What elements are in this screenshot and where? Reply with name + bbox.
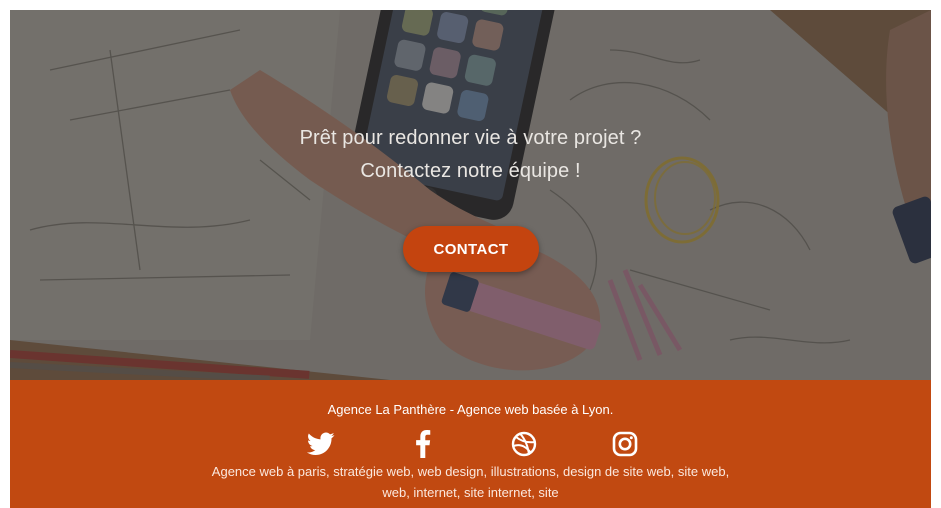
facebook-link[interactable] — [408, 430, 438, 458]
facebook-icon — [416, 430, 431, 458]
dribbble-link[interactable] — [509, 430, 539, 458]
footer-keywords: Agence web à paris, stratégie web, web d… — [211, 464, 730, 500]
hero-dark-overlay — [10, 10, 931, 380]
instagram-link[interactable] — [610, 430, 640, 458]
social-links — [10, 430, 931, 458]
contact-button[interactable]: CONTACT — [403, 226, 539, 272]
footer-tagline: Agence La Panthère - Agence web basée à … — [327, 402, 614, 417]
site-footer: Agence La Panthère - Agence web basée à … — [10, 380, 931, 508]
instagram-icon — [612, 431, 638, 457]
twitter-icon — [307, 432, 335, 455]
page-frame: Prêt pour redonner vie à votre projet ? … — [10, 10, 931, 508]
dribbble-icon — [511, 431, 537, 457]
hero-heading-line-1: Prêt pour redonner vie à votre projet ? — [299, 127, 642, 149]
hero-section: Prêt pour redonner vie à votre projet ? … — [10, 10, 931, 380]
hero-heading-line-2: Contactez notre équipe ! — [360, 160, 581, 182]
hero-heading: Prêt pour redonner vie à votre projet ? … — [10, 122, 931, 188]
twitter-link[interactable] — [306, 430, 336, 458]
